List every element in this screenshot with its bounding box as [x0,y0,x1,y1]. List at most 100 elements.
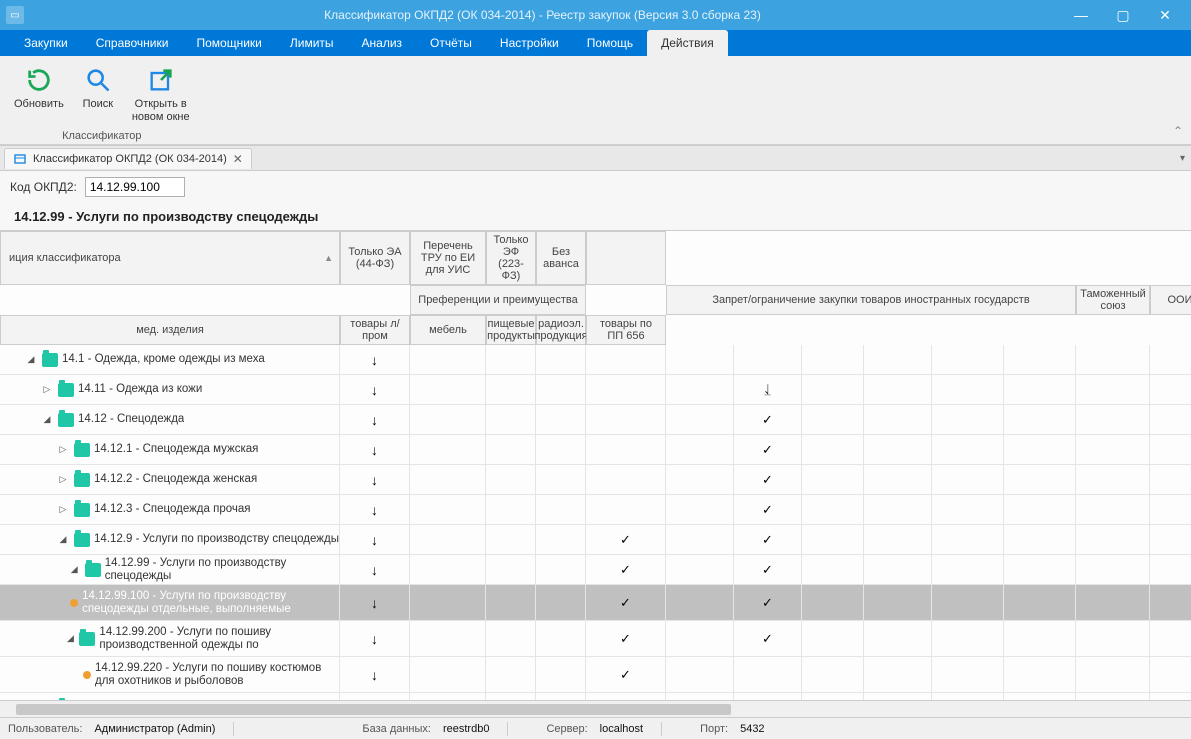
table-row[interactable]: ▷14.12.2 - Спецодежда женская↓✓ [0,465,1191,495]
close-button[interactable]: ✕ [1145,3,1185,27]
menu-item-7[interactable]: Помощь [573,30,647,56]
table-row[interactable]: ◢14.12 - Спецодежда↓✓ [0,405,1191,435]
expander-icon[interactable]: ▷ [56,503,70,517]
expander-icon[interactable]: ◢ [56,533,70,547]
row-label: 14.12.2 - Спецодежда женская [94,473,257,486]
expander-icon[interactable] [57,596,66,610]
heading: 14.12.99 - Услуги по производству спецод… [0,203,1191,230]
document-tab-classifier[interactable]: Классификатор ОКПД2 (ОК 034-2014) ✕ [4,148,252,169]
table-row[interactable]: 14.12.99.220 - Услуги по пошиву костюмов… [0,657,1191,693]
col-ban-med[interactable]: мед. изделия [0,315,340,345]
table-row[interactable]: ▷14.12.3 - Спецодежда прочая↓✓ [0,495,1191,525]
open-new-window-button[interactable]: Открыть в новом окне [124,60,198,128]
code-input[interactable] [85,177,185,197]
menu-bar: ЗакупкиСправочникиПомощникиЛимитыАнализО… [0,30,1191,56]
table-row[interactable]: ▷14.12.1 - Спецодежда мужская↓✓ [0,435,1191,465]
ribbon: Обновить Поиск Открыть в новом окне Клас… [0,56,1191,145]
col-noadvance[interactable]: Без аванса [536,231,586,285]
status-user-value: Администратор (Admin) [90,723,233,735]
col-tree[interactable]: иция классификатора ▲ [0,231,340,285]
col-ban-radio[interactable]: радиоэл. продукция [536,315,586,345]
ribbon-group-classifier: Обновить Поиск Открыть в новом окне Клас… [6,60,198,142]
document-tab-title: Классификатор ОКПД2 (ОК 034-2014) [33,153,227,165]
row-label: 14.11 - Одежда из кожи [78,383,202,396]
row-label: 14.12.99.100 - Услуги по производству сп… [82,590,339,616]
expander-icon[interactable]: ◢ [24,353,38,367]
table-row[interactable]: ◢ 14.12.9 - Услуги по производству спецод… [0,525,1191,555]
col-pref-ooi[interactable]: ООИ [1150,285,1191,315]
status-port-value: 5432 [736,723,782,735]
expander-icon[interactable]: ◢ [65,632,75,646]
folder-icon [58,383,74,397]
menu-item-4[interactable]: Анализ [348,30,417,56]
menu-item-8[interactable]: Действия [647,30,728,56]
row-label: 14.1 - Одежда, кроме одежды из меха [62,353,265,366]
menu-item-0[interactable]: Закупки [10,30,82,56]
col-ban-meb[interactable]: мебель [410,315,486,345]
ribbon-collapse-icon[interactable]: ⌃ [1173,124,1183,138]
menu-item-6[interactable]: Настройки [486,30,573,56]
folder-icon [42,353,58,367]
col-ban-pp656[interactable]: товары по ПП 656 [586,315,666,345]
grid: иция классификатора ▲ Только ЭА (44-ФЗ) … [0,230,1191,717]
table-row[interactable]: ◢14.1 - Одежда, кроме одежды из меха↓ [0,345,1191,375]
expander-icon[interactable]: ▷ [56,443,70,457]
expander-icon[interactable]: ▷ [56,473,70,487]
col-tru[interactable]: Перечень ТРУ по ЕИ для УИС [410,231,486,285]
table-row[interactable]: ▷14.11 - Одежда из кожи↓⥙ [0,375,1191,405]
refresh-label: Обновить [14,98,64,111]
menu-item-1[interactable]: Справочники [82,30,183,56]
document-tab-close-icon[interactable]: ✕ [233,152,243,166]
expander-icon[interactable]: ◢ [40,413,54,427]
window-controls: — ▢ ✕ [1061,3,1185,27]
folder-icon [74,443,90,457]
status-port-label: Порт: [692,723,736,735]
col-only44[interactable]: Только ЭА (44-ФЗ) [340,231,410,285]
col-group-preferences: Преференции и преимущества [410,285,586,315]
table-row[interactable]: ◢14.12.99 - Услуги по производству спецо… [0,555,1191,585]
folder-icon [74,473,90,487]
col-pref-tu[interactable]: Таможенный союз [1076,285,1150,315]
col-ban-lp[interactable]: товары л/пром [340,315,410,345]
expander-icon[interactable]: ▷ [40,383,54,397]
open-new-label: Открыть в новом окне [132,98,190,124]
row-label: 14.12.1 - Спецодежда мужская [94,443,258,456]
expander-icon[interactable]: ◢ [68,563,81,577]
sort-asc-icon: ▲ [324,253,333,263]
expander-icon[interactable] [70,668,79,682]
document-tabs-dropdown-icon[interactable]: ▾ [1180,153,1185,164]
window-title: Классификатор ОКПД2 (ОК 034-2014) - Реес… [24,8,1061,22]
col-ban-food[interactable]: пищевые продукты [486,315,536,345]
minimize-button[interactable]: — [1061,3,1101,27]
status-db-value: reestrdb0 [439,723,507,735]
menu-item-5[interactable]: Отчёты [416,30,486,56]
menu-item-3[interactable]: Лимиты [276,30,348,56]
status-user-label: Пользователь: [0,723,90,735]
title-bar: ▭ Классификатор ОКПД2 (ОК 034-2014) - Ре… [0,0,1191,30]
folder-icon [58,413,74,427]
leaf-icon [70,599,78,607]
leaf-icon [83,671,91,679]
grid-body[interactable]: ◢14.1 - Одежда, кроме одежды из меха↓▷14… [0,345,1191,700]
row-label: 14.12.9 - Услуги по производству спецоде… [94,533,339,546]
ribbon-group-label: Классификатор [6,130,198,142]
refresh-button[interactable]: Обновить [6,60,72,128]
status-server-value: localhost [596,723,661,735]
folder-icon [85,563,101,577]
folder-icon [79,632,95,646]
col-only223[interactable]: Только ЭФ (223-ФЗ) [486,231,536,285]
table-row[interactable]: 14.12.99.100 - Услуги по производству сп… [0,585,1191,621]
search-icon [82,64,114,96]
document-tabs: Классификатор ОКПД2 (ОК 034-2014) ✕ ▾ [0,145,1191,171]
app-icon: ▭ [6,6,24,24]
row-label: 14.12.99.200 - Услуги по пошиву производ… [99,626,339,652]
search-button[interactable]: Поиск [74,60,122,128]
vscroll-header-spacer [586,231,666,285]
document-tab-icon [13,152,27,166]
horizontal-scrollbar[interactable] [0,700,1191,717]
table-row[interactable]: ▷14.13 - Одежда верхняя прочая↓✓ [0,693,1191,700]
status-db-label: База данных: [354,723,439,735]
menu-item-2[interactable]: Помощники [182,30,275,56]
maximize-button[interactable]: ▢ [1103,3,1143,27]
table-row[interactable]: ◢ 14.12.99.200 - Услуги по пошиву произво… [0,621,1191,657]
